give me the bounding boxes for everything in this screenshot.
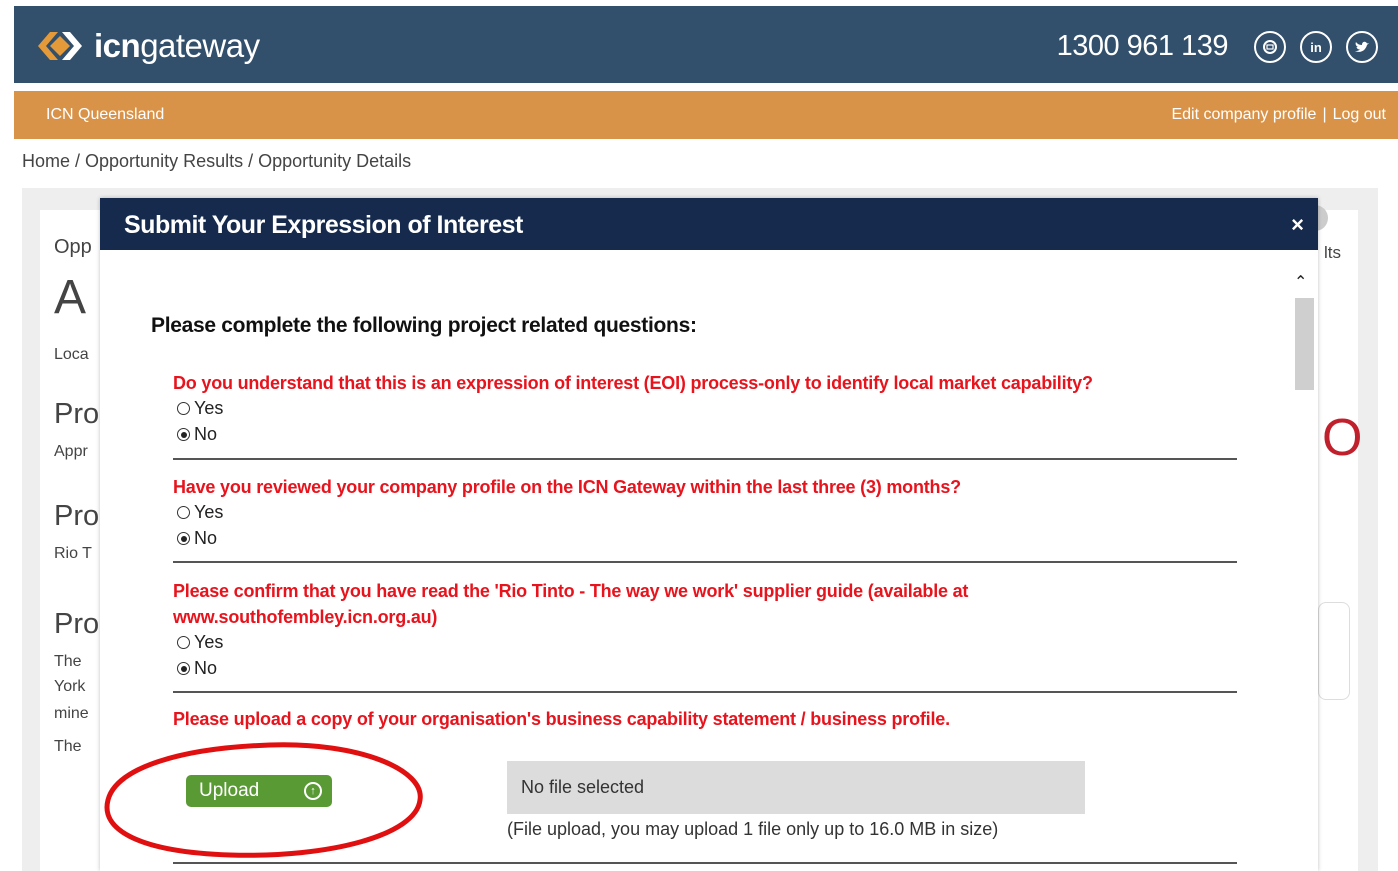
upload-label: Upload — [199, 780, 260, 801]
email-icon[interactable] — [1254, 31, 1286, 63]
radio-button-selected[interactable] — [177, 428, 190, 441]
question-1-yes-option[interactable]: Yes — [177, 398, 223, 419]
modal-title: Submit Your Expression of Interest — [124, 211, 523, 239]
region-link[interactable]: ICN Queensland — [46, 106, 164, 124]
option-label: No — [194, 658, 218, 678]
question-1-no-option[interactable]: No — [177, 424, 217, 445]
bg-text: The — [54, 653, 82, 670]
scroll-up-arrow-icon[interactable]: ⌃ — [1294, 272, 1307, 292]
question-3-yes-option[interactable]: Yes — [177, 632, 223, 653]
question-1-text: Do you understand that this is an expres… — [173, 373, 1093, 393]
linkedin-icon[interactable]: in — [1300, 31, 1332, 63]
bg-heading: A — [54, 271, 87, 324]
phone-number: 1300 961 139 — [1056, 30, 1229, 62]
question-2-text: Have you reviewed your company profile o… — [173, 477, 961, 497]
modal-header: Submit Your Expression of Interest × — [100, 198, 1318, 250]
eoi-modal: Submit Your Expression of Interest × ⌃ P… — [100, 198, 1318, 871]
bg-text: lts — [1324, 243, 1341, 262]
bg-heading: Pro — [54, 608, 100, 640]
radio-button[interactable] — [177, 636, 190, 649]
question-3-text: Please confirm that you have read the 'R… — [173, 581, 969, 627]
radio-button-selected[interactable] — [177, 662, 190, 675]
bg-text: Appr — [54, 443, 88, 460]
edit-company-profile-link[interactable]: Edit company profile — [1171, 106, 1316, 123]
upload-question-text: Please upload a copy of your organisatio… — [173, 709, 950, 729]
icn-gateway-logo[interactable]: icngateway — [36, 27, 260, 64]
divider — [173, 561, 1237, 563]
bg-text: Rio T — [54, 545, 92, 562]
logo-text: icngateway — [94, 27, 260, 64]
upload-button[interactable]: Upload ↑ — [186, 775, 332, 807]
divider — [173, 458, 1237, 460]
bg-heading: Pro — [54, 398, 100, 430]
close-icon[interactable]: × — [1291, 212, 1304, 238]
option-label: Yes — [194, 632, 224, 652]
top-header: icngateway 1300 961 139 in — [14, 6, 1398, 83]
twitter-icon[interactable] — [1346, 31, 1378, 63]
radio-button[interactable] — [177, 506, 190, 519]
logo-mark-icon — [38, 32, 82, 60]
file-status-box: No file selected — [507, 761, 1085, 814]
option-label: No — [194, 528, 218, 548]
bg-text: Loca — [54, 346, 89, 363]
bg-heading: Pro — [54, 500, 100, 532]
radio-button[interactable] — [177, 402, 190, 415]
bg-text: York — [54, 678, 86, 695]
account-links: Edit company profile | Log out — [1171, 106, 1386, 124]
option-label: Yes — [194, 502, 224, 522]
log-out-link[interactable]: Log out — [1333, 106, 1386, 123]
separator: | — [1322, 106, 1327, 123]
question-3-no-option[interactable]: No — [177, 658, 217, 679]
bg-panel — [1318, 602, 1350, 700]
questions-intro: Please complete the following project re… — [151, 314, 697, 337]
divider — [173, 691, 1237, 693]
bg-text: The — [54, 738, 82, 755]
bg-text: mine — [54, 705, 89, 722]
upload-arrow-icon: ↑ — [304, 782, 322, 800]
radio-button-selected[interactable] — [177, 532, 190, 545]
option-label: No — [194, 424, 218, 444]
breadcrumb[interactable]: Home / Opportunity Results / Opportunity… — [22, 151, 411, 172]
file-status-text: No file selected — [521, 777, 645, 797]
bg-text: Opp — [54, 236, 92, 258]
scrollbar-thumb[interactable] — [1295, 298, 1314, 390]
divider — [173, 862, 1237, 864]
question-2-yes-option[interactable]: Yes — [177, 502, 223, 523]
file-upload-note: (File upload, you may upload 1 file only… — [507, 819, 999, 839]
question-2-no-option[interactable]: No — [177, 528, 217, 549]
bg-status-mark: O — [1322, 409, 1363, 467]
account-bar: ICN Queensland Edit company profile | Log … — [14, 91, 1398, 139]
option-label: Yes — [194, 398, 224, 418]
